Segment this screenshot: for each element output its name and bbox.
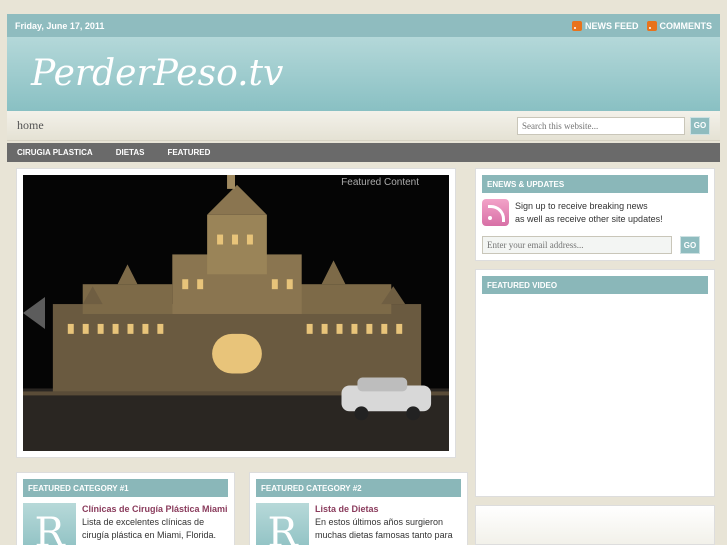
city-hall-illustration	[23, 175, 449, 451]
main-content: Featured Content FEATURED CATEGORY #1 R …	[16, 168, 468, 545]
featured-video-widget: FEATURED VIDEO	[475, 269, 715, 497]
nav-home-link[interactable]: home	[17, 118, 44, 133]
news-feed-link[interactable]: NEWS FEED	[571, 20, 639, 31]
featured-category-1: FEATURED CATEGORY #1 R Clínicas de Cirug…	[16, 472, 235, 545]
category-text: Clínicas de Cirugía Plástica Miami Lista…	[82, 503, 228, 545]
slider-prev-arrow-icon[interactable]	[23, 297, 45, 329]
rss-icon	[646, 20, 657, 31]
category-post-title[interactable]: Clínicas de Cirugía Plástica Miami	[82, 503, 228, 516]
featured-category-2: FEATURED CATEGORY #2 R Lista de Dietas E…	[249, 472, 468, 545]
site-logo[interactable]: PerderPeso.tv	[31, 53, 283, 94]
enews-widget: ENEWS & UPDATES Sign up to receive break…	[475, 168, 715, 261]
slide-image[interactable]: Featured Content	[23, 175, 449, 451]
site-header: PerderPeso.tv	[7, 37, 720, 111]
enews-line-2: as well as receive other site updates!	[515, 213, 663, 224]
email-signup-form: GO	[482, 236, 708, 254]
search-input[interactable]	[517, 116, 685, 135]
sidebar: ENEWS & UPDATES Sign up to receive break…	[475, 168, 715, 545]
email-input[interactable]	[482, 236, 672, 254]
primary-nav: home GO	[7, 111, 720, 141]
page-wrapper: Friday, June 17, 2011 NEWS FEED COMMENTS…	[7, 14, 720, 162]
email-go-button[interactable]: GO	[680, 236, 700, 254]
category-body: R Clínicas de Cirugía Plástica Miami Lis…	[23, 503, 228, 545]
news-feed-label: NEWS FEED	[584, 20, 639, 31]
category-thumbnail[interactable]: R	[23, 503, 76, 545]
video-area[interactable]	[482, 294, 708, 490]
nav-item-cirugia-plastica[interactable]: CIRUGIA PLASTICA	[17, 148, 93, 157]
enews-heading: ENEWS & UPDATES	[482, 175, 708, 193]
top-links: NEWS FEED COMMENTS	[571, 20, 713, 31]
featured-categories: FEATURED CATEGORY #1 R Clínicas de Cirug…	[16, 472, 468, 545]
date-text: Friday, June 17, 2011	[15, 20, 105, 31]
category-heading: FEATURED CATEGORY #1	[23, 479, 228, 497]
enews-line-1: Sign up to receive breaking news	[515, 200, 648, 211]
featured-slider: Featured Content	[16, 168, 456, 458]
comments-label: COMMENTS	[659, 20, 713, 31]
enews-body: Sign up to receive breaking news as well…	[482, 199, 708, 226]
featured-video-heading: FEATURED VIDEO	[482, 276, 708, 294]
slider-label: Featured Content	[341, 177, 419, 188]
nav-item-featured[interactable]: FEATURED	[167, 148, 210, 157]
category-post-title[interactable]: Lista de Dietas	[315, 503, 461, 516]
comments-link[interactable]: COMMENTS	[646, 20, 713, 31]
top-bar: Friday, June 17, 2011 NEWS FEED COMMENTS	[7, 14, 720, 37]
category-text: Lista de Dietas En estos últimos años su…	[315, 503, 461, 545]
rss-icon	[571, 20, 582, 31]
enews-text: Sign up to receive breaking news as well…	[515, 200, 663, 226]
category-post-excerpt: En estos últimos años surgieron muchas d…	[315, 517, 453, 540]
category-heading: FEATURED CATEGORY #2	[256, 479, 461, 497]
rss-feed-icon[interactable]	[482, 199, 509, 226]
search-form: GO	[517, 116, 710, 135]
category-thumbnail[interactable]: R	[256, 503, 309, 545]
nav-item-dietas[interactable]: DIETAS	[116, 148, 145, 157]
search-go-button[interactable]: GO	[690, 116, 710, 135]
category-nav: CIRUGIA PLASTICA DIETAS FEATURED	[7, 143, 720, 162]
sidebar-widget-empty	[475, 505, 715, 545]
category-body: R Lista de Dietas En estos últimos años …	[256, 503, 461, 545]
category-post-excerpt: Lista de excelentes clínicas de cirugía …	[82, 517, 217, 540]
